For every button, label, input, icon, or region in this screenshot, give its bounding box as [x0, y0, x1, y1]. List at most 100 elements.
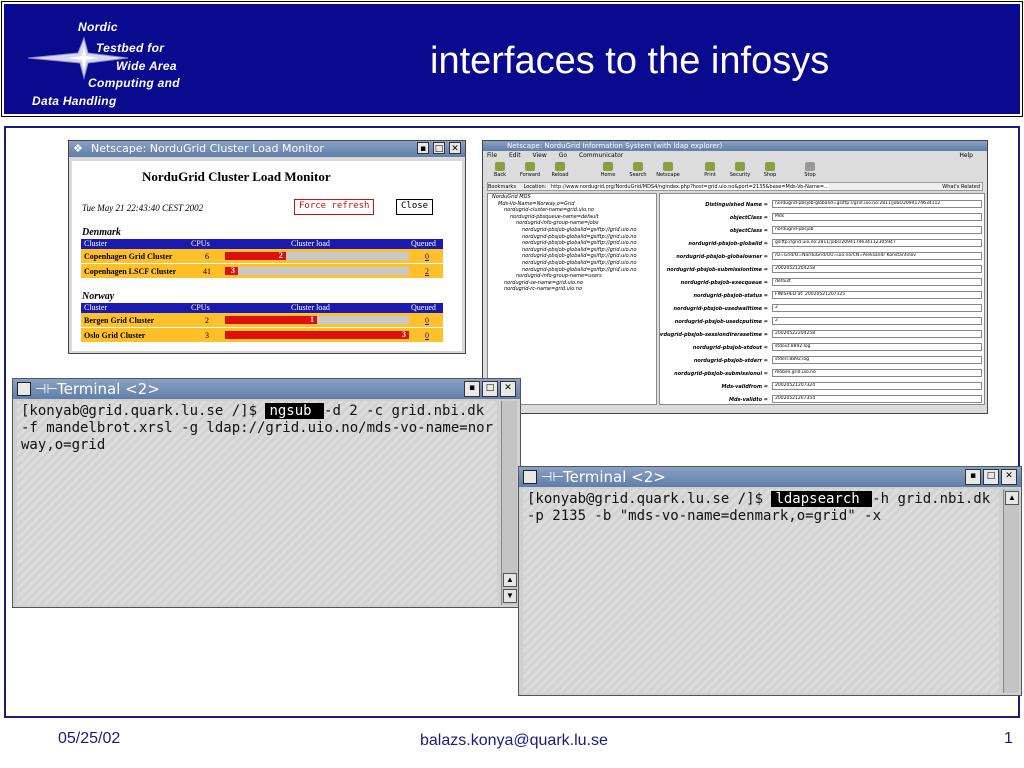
queued-link[interactable]: 0	[425, 252, 429, 261]
netscape-button[interactable]: Netscape	[655, 162, 681, 178]
table-row[interactable]: Oslo Grid Cluster 3 3 0	[81, 328, 443, 343]
tree-node[interactable]: Mds-Vo-Name=Norway,o=Grid	[488, 201, 656, 208]
reload-button[interactable]: Reload	[547, 162, 573, 178]
attribute-value[interactable]: stdout.8892.log	[772, 343, 982, 351]
attribute-value[interactable]: Mds	[772, 213, 982, 221]
close-icon[interactable]: ✕	[449, 142, 461, 154]
cluster-name[interactable]: Bergen Grid Cluster	[84, 316, 154, 325]
forward-button[interactable]: Forward	[517, 162, 543, 178]
attribute-value[interactable]: 20020521207354	[772, 395, 982, 403]
attribute-key: nordugrid-pbsjob-submissiontime =	[666, 267, 768, 273]
tree-node[interactable]: nordugrid-info-group-name=users	[488, 273, 656, 280]
menu-communicator[interactable]: Communicator	[579, 152, 623, 159]
table-row[interactable]: Bergen Grid Cluster 2 1 0	[81, 313, 443, 328]
window-titlebar[interactable]: Netscape: NorduGrid Information System (…	[483, 141, 987, 151]
print-button[interactable]: Print	[697, 162, 723, 178]
security-button[interactable]: Security	[727, 162, 753, 178]
menu-edit[interactable]: Edit	[509, 152, 521, 159]
maximize-icon[interactable]: □	[983, 469, 999, 485]
ldap-attributes: Distinguished Name = nordugrid-pbsjob-glo…	[659, 193, 985, 405]
stop-button[interactable]: Stop	[797, 162, 823, 178]
attribute-value[interactable]: mobile.grid.uio.no	[772, 369, 982, 377]
cluster-name[interactable]: Oslo Grid Cluster	[84, 331, 145, 340]
close-button[interactable]: Close	[396, 199, 434, 215]
attribute-key: Mds-validto =	[728, 397, 768, 403]
menu-view[interactable]: View	[533, 152, 547, 159]
attribute-value[interactable]: nordugrid-pbsjob	[772, 226, 982, 234]
queued-link[interactable]: 0	[425, 331, 429, 340]
window-menu-icon[interactable]: ❖	[73, 141, 83, 157]
close-icon[interactable]: ✕	[500, 381, 516, 397]
table-row[interactable]: Copenhagen LSCF Cluster 41 3 2	[81, 264, 443, 279]
shop-button[interactable]: Shop	[757, 162, 783, 178]
queued-link[interactable]: 2	[425, 267, 429, 276]
attribute-value[interactable]: gsiftp://grid.uio.no:2811/jobs/209417463…	[772, 239, 982, 247]
window-menu-icon[interactable]	[523, 470, 537, 484]
ldap-tree[interactable]: NorduGrid MDS Mds-Vo-Name=Norway,o=Grid no…	[487, 193, 657, 405]
attribute-value[interactable]: nordugrid-pbsjob-globalid=gsiftp://grid.…	[772, 200, 982, 208]
close-icon[interactable]: ✕	[1001, 469, 1017, 485]
window-titlebar[interactable]: ❖ Netscape: NorduGrid Cluster Load Monit…	[69, 141, 465, 157]
attribute-value[interactable]: stderr.8892.log	[772, 356, 982, 364]
attribute-value[interactable]: 20020521204258	[772, 265, 982, 273]
attribute-value[interactable]: 20020522204258	[772, 330, 982, 338]
attribute-value[interactable]: FINISHED at: 20020521207325	[772, 291, 982, 299]
minimize-icon[interactable]: ▪	[965, 469, 981, 485]
footer-date: 05/25/02	[58, 730, 121, 747]
terminal-screen[interactable]: [konyab@grid.quark.lu.se /]$ ngsub -d 2 …	[17, 401, 497, 605]
home-button[interactable]: Home	[595, 162, 621, 178]
slide-title: interfaces to the infosys	[430, 40, 830, 82]
cluster-table-norway: Cluster CPUs Cluster load Queued Bergen …	[81, 303, 443, 343]
tree-node[interactable]: nordugrid-pbsjob-globalid=gsiftp://grid.…	[488, 227, 656, 234]
tree-node[interactable]: nordugrid-pbsjob-globalid=gsiftp://grid.…	[488, 267, 656, 274]
tree-node[interactable]: nordugrid-pbsqueue-name=default	[488, 214, 656, 221]
attribute-row: Mds-validfrom = 20020521207324	[660, 382, 984, 392]
attribute-value[interactable]: /O=Grid/O=NorduGrid/OU=uio.no/CN=Aleksan…	[772, 252, 982, 260]
ldap-browser-window: Netscape: NorduGrid Information System (…	[482, 140, 988, 414]
attribute-value[interactable]: default	[772, 278, 982, 286]
table-row[interactable]: Copenhagen Grid Cluster 6 2 0	[81, 249, 443, 264]
whats-related-button[interactable]: What's Related	[942, 183, 980, 190]
window-titlebar[interactable]: ⊣⊢ Terminal <2> ▪ □ ✕	[13, 379, 520, 399]
menu-go[interactable]: Go	[559, 152, 567, 159]
terminal-screen[interactable]: [konyab@grid.quark.lu.se /]$ ldapsearch …	[523, 489, 999, 693]
window-titlebar[interactable]: ⊣⊢ Terminal <2> ▪ □ ✕	[519, 467, 1021, 487]
search-button[interactable]: Search	[625, 162, 651, 178]
queued-link[interactable]: 0	[425, 316, 429, 325]
menu-help[interactable]: Help	[959, 152, 973, 159]
scroll-down-icon[interactable]: ▼	[503, 589, 517, 603]
tree-node[interactable]: nordugrid-pbsjob-globalid=gsiftp://grid.…	[488, 260, 656, 267]
cluster-name[interactable]: Copenhagen LSCF Cluster	[84, 267, 176, 276]
location-input[interactable]: http://www.nordugrid.org/NorduGrid/MDS4/…	[550, 184, 829, 190]
tree-node[interactable]: nordugrid-se-name=grid.uio.no	[488, 280, 656, 287]
pin-icon[interactable]: ⊣⊢	[541, 468, 564, 488]
status-bar: 0%	[487, 406, 983, 414]
attribute-value[interactable]: 2	[772, 304, 982, 312]
attribute-value[interactable]: 2	[772, 317, 982, 325]
minimize-icon[interactable]: ▪	[464, 381, 480, 397]
maximize-icon[interactable]: □	[433, 142, 445, 154]
shop-icon	[765, 162, 775, 171]
minimize-icon[interactable]: ▪	[417, 142, 429, 154]
scroll-up-icon[interactable]: ▲	[503, 573, 517, 587]
maximize-icon[interactable]: □	[482, 381, 498, 397]
scroll-up-icon[interactable]: ▲	[1005, 491, 1019, 505]
tree-node[interactable]: nordugrid-cluster-name=grid.uio.no	[488, 207, 656, 214]
tree-node[interactable]: nordugrid-pbsjob-globalid=gsiftp://grid.…	[488, 240, 656, 247]
scrollbar[interactable]: ▲	[1003, 489, 1019, 693]
force-refresh-button[interactable]: Force refresh	[294, 199, 375, 215]
tree-node[interactable]: NorduGrid MDS	[488, 194, 656, 201]
tree-node[interactable]: nordugrid-pbsjob-globalid=gsiftp://grid.…	[488, 253, 656, 260]
scrollbar[interactable]: ▲ ▼	[501, 401, 517, 605]
bookmarks-button[interactable]: Bookmarks	[488, 184, 516, 190]
tree-node[interactable]: nordugrid-rc-name=grid.uio.no	[488, 286, 656, 293]
tree-node[interactable]: nordugrid-pbsjob-globalid=gsiftp://grid.…	[488, 247, 656, 254]
tree-node[interactable]: nordugrid-info-group-name=jobs	[488, 220, 656, 227]
cluster-name[interactable]: Copenhagen Grid Cluster	[84, 252, 172, 261]
back-button[interactable]: Back	[487, 162, 513, 178]
pin-icon[interactable]: ⊣⊢	[35, 380, 58, 400]
attribute-value[interactable]: 20020521207324	[772, 382, 982, 390]
window-menu-icon[interactable]	[17, 382, 31, 396]
tree-node[interactable]: nordugrid-pbsjob-globalid=gsiftp://grid.…	[488, 234, 656, 241]
menu-file[interactable]: File	[487, 152, 497, 159]
